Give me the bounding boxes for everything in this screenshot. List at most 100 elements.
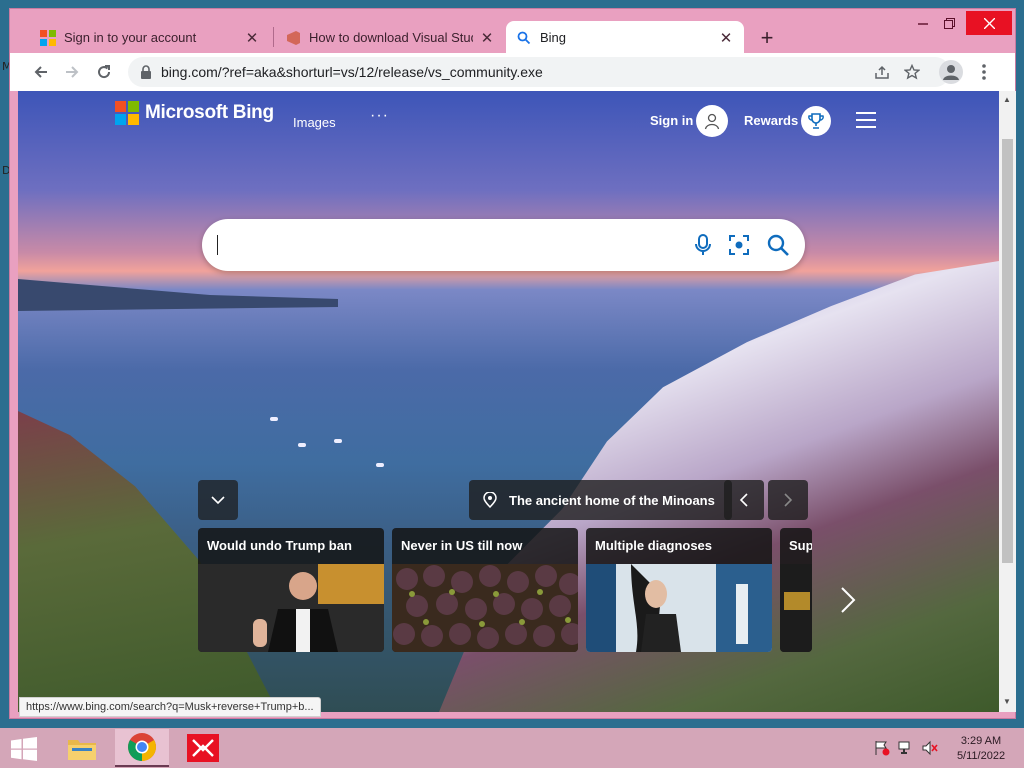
avatar-icon <box>943 65 959 80</box>
tab-title: How to download Visual Studio C <box>309 30 473 45</box>
scrollbar-thumb[interactable] <box>1002 139 1013 563</box>
speaker-muted-icon[interactable] <box>922 740 938 756</box>
share-button[interactable] <box>872 62 892 82</box>
news-card-caption: Sup <box>789 538 812 553</box>
browser-toolbar: bing.com/?ref=aka&shorturl=vs/12/release… <box>10 53 1015 91</box>
tab-visual-studio[interactable]: How to download Visual Studio C ✕ <box>275 21 505 54</box>
trophy-icon <box>808 113 824 129</box>
microsoft-logo-icon <box>115 101 139 125</box>
reload-button[interactable] <box>91 59 117 85</box>
new-tab-button[interactable]: + <box>756 25 778 51</box>
sign-in-link[interactable]: Sign in <box>650 113 693 128</box>
nav-images-link[interactable]: Images <box>293 115 336 130</box>
search-icon[interactable] <box>766 233 790 257</box>
back-arrow-icon <box>34 66 47 78</box>
news-card-image <box>780 564 812 652</box>
more-nav-button[interactable]: ··· <box>370 107 389 125</box>
close-tab-icon[interactable]: ✕ <box>244 29 260 47</box>
close-window-button[interactable] <box>966 11 1012 35</box>
scroll-down-arrow-icon[interactable]: ▼ <box>1003 697 1011 706</box>
chrome-icon <box>128 733 156 761</box>
microphone-icon[interactable] <box>691 233 715 257</box>
hamburger-menu-icon[interactable] <box>856 112 876 128</box>
sign-in-avatar[interactable] <box>696 105 728 137</box>
tab-title: Sign in to your account <box>64 30 197 45</box>
star-icon <box>904 64 920 80</box>
news-card[interactable]: Sup <box>780 528 812 652</box>
user-icon <box>704 113 720 130</box>
address-url: bing.com/?ref=aka&shorturl=vs/12/release… <box>161 64 543 80</box>
profile-button[interactable] <box>939 60 963 84</box>
clock-date: 5/11/2022 <box>956 750 1006 762</box>
chevron-right-icon <box>784 493 793 507</box>
forward-button[interactable] <box>59 59 85 85</box>
background-boat <box>334 439 342 443</box>
microsoft-logo-icon <box>40 29 56 46</box>
news-card-image <box>198 564 384 652</box>
network-icon[interactable] <box>898 740 914 756</box>
tab-title: Bing <box>540 30 567 45</box>
taskbar: 3:29 AM 5/11/2022 <box>0 728 1024 768</box>
clock-time: 3:29 AM <box>960 735 1002 747</box>
chevron-left-icon <box>739 493 748 507</box>
taskbar-chrome[interactable] <box>115 729 169 767</box>
text-cursor <box>217 235 218 255</box>
lock-icon <box>141 65 151 79</box>
kebab-menu-icon <box>982 64 986 80</box>
restore-button[interactable] <box>934 11 964 35</box>
location-caption-text: The ancient home of the Minoans <box>509 493 715 508</box>
system-clock[interactable]: 3:29 AM 5/11/2022 <box>948 734 1014 764</box>
news-card-caption: Never in US till now <box>401 538 523 553</box>
bookmark-button[interactable] <box>902 62 922 82</box>
rewards-badge[interactable] <box>801 106 831 136</box>
chevron-down-icon <box>211 496 225 505</box>
taskbar-file-explorer[interactable] <box>55 729 109 767</box>
forward-arrow-icon <box>66 66 79 78</box>
chevron-right-icon[interactable] <box>836 585 860 615</box>
visual-studio-icon <box>287 30 300 45</box>
location-pin-icon <box>483 492 497 508</box>
tab-divider <box>273 27 274 47</box>
news-card-image <box>586 564 772 652</box>
background-island <box>18 279 338 311</box>
background-boat <box>376 463 384 467</box>
search-icon <box>517 31 531 44</box>
taskbar-visual-studio-installer[interactable] <box>176 729 230 767</box>
image-location-caption[interactable]: The ancient home of the Minoans <box>469 480 732 520</box>
news-card[interactable]: Never in US till now <box>392 528 578 652</box>
news-card-image <box>392 564 578 652</box>
scroll-up-arrow-icon[interactable]: ▲ <box>1003 95 1011 104</box>
chrome-window: Sign in to your account ✕ How to downloa… <box>9 8 1016 719</box>
back-button[interactable] <box>28 59 54 85</box>
background-boat <box>298 443 306 447</box>
reload-icon <box>98 65 111 79</box>
search-box[interactable] <box>202 219 805 271</box>
visual-search-icon[interactable] <box>727 233 751 257</box>
news-card[interactable]: Multiple diagnoses <box>586 528 772 652</box>
rewards-link[interactable]: Rewards <box>744 113 798 128</box>
collapse-feed-button[interactable] <box>198 480 238 520</box>
background-boat <box>270 417 278 421</box>
tab-sign-in[interactable]: Sign in to your account ✕ <box>30 21 270 54</box>
previous-image-button[interactable] <box>724 480 764 520</box>
windows-start-icon[interactable] <box>10 737 38 761</box>
bing-homepage: Microsoft Bing Images ··· Sign in Reward… <box>18 91 999 712</box>
tab-bing[interactable]: Bing ✕ <box>506 21 744 54</box>
news-card-caption: Multiple diagnoses <box>595 538 713 553</box>
close-icon <box>983 17 995 29</box>
news-card[interactable]: Would undo Trump ban <box>198 528 384 652</box>
news-card-caption: Would undo Trump ban <box>207 538 352 553</box>
next-image-button[interactable] <box>768 480 808 520</box>
file-explorer-icon <box>68 740 96 760</box>
address-bar[interactable]: bing.com/?ref=aka&shorturl=vs/12/release… <box>128 57 950 87</box>
visual-studio-installer-icon <box>187 734 219 762</box>
page-scrollbar[interactable]: ▲ ▼ <box>999 91 1016 712</box>
close-tab-icon[interactable]: ✕ <box>718 29 734 47</box>
brand-name: Microsoft Bing <box>145 102 274 123</box>
browser-menu-button[interactable] <box>976 62 992 82</box>
bing-logo[interactable]: Microsoft Bing <box>115 101 274 125</box>
share-icon <box>875 65 889 79</box>
close-tab-icon[interactable]: ✕ <box>479 29 495 47</box>
restore-icon <box>943 17 955 29</box>
flag-alert-icon[interactable] <box>874 740 890 756</box>
